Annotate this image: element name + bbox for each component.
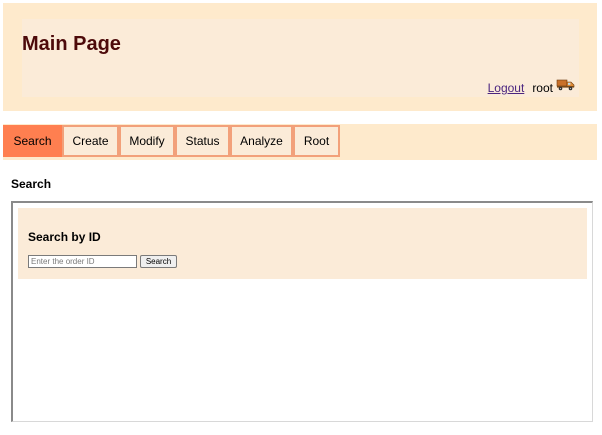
truck-icon (556, 75, 576, 92)
tab-status[interactable]: Status (175, 125, 230, 157)
header: Main Page Logout root (3, 3, 597, 111)
tab-modify[interactable]: Modify (119, 125, 175, 157)
search-button[interactable]: Search (140, 255, 177, 268)
tab-search[interactable]: Search (3, 125, 62, 157)
section-title: Search (11, 177, 52, 191)
search-by-id-panel: Search by ID Search (18, 208, 587, 279)
page-title: Main Page (22, 33, 121, 55)
tab-create[interactable]: Create (62, 125, 119, 157)
username: root (532, 81, 553, 95)
panel-title: Search by ID (28, 230, 101, 244)
tab-bar: Search Create Modify Status Analyze Root (3, 124, 597, 160)
tab-analyze[interactable]: Analyze (230, 125, 293, 157)
order-id-input[interactable] (28, 255, 137, 268)
tab-root[interactable]: Root (293, 125, 340, 157)
user-area: Logout root (488, 73, 576, 95)
content-frame: Search by ID Search (11, 201, 593, 422)
logout-link[interactable]: Logout (488, 81, 525, 95)
main-content: Search Search by ID Search (3, 160, 597, 428)
